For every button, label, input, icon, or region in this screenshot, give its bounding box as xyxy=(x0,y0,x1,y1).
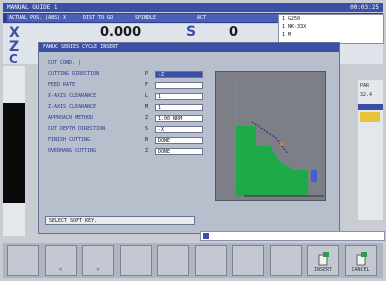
title-bar: MANUAL GUIDE i 00:03:25 xyxy=(3,3,383,12)
soft-key-label: > xyxy=(96,267,100,273)
param-code: Z xyxy=(145,115,149,121)
status-segment: DIST TO GO xyxy=(81,14,133,22)
param-input[interactable]: 1.00 NRM xyxy=(155,114,203,122)
modal-info-box: 1 G250 1 NK-33X 1 M xyxy=(278,14,384,44)
param-label: Z-AXIS CLEARANCE xyxy=(48,104,97,110)
param-label: CUT COND. | xyxy=(48,60,82,66)
insert-icon xyxy=(318,252,330,266)
soft-key-7[interactable] xyxy=(232,245,264,276)
left-dark-area xyxy=(3,103,25,203)
param-input[interactable] xyxy=(155,81,203,89)
param-label: APPROACH METHOD xyxy=(48,115,94,121)
tool-path-sketch xyxy=(215,71,326,201)
soft-key-label: CANCEL xyxy=(351,267,370,273)
soft-key-5[interactable] xyxy=(157,245,189,276)
param-input[interactable]: DONE xyxy=(155,147,203,155)
modal-info-line: 1 NK-33X xyxy=(282,24,307,30)
message-line: SELECT SOFT KEY. xyxy=(45,216,195,225)
spindle-label: S xyxy=(186,24,197,40)
x-position-value: 0.000 xyxy=(100,25,142,40)
right-panel: PAR 32.4 xyxy=(358,80,383,220)
soft-key-3[interactable]: > xyxy=(82,245,114,276)
soft-key-label: < xyxy=(58,267,62,273)
param-input[interactable]: -Z xyxy=(155,70,203,78)
tool-icon xyxy=(311,170,317,182)
title-text: MANUAL GUIDE i xyxy=(7,4,58,11)
start-point-marker xyxy=(280,142,284,146)
cancel-icon xyxy=(356,252,368,266)
param-label: FEED RATE xyxy=(48,82,76,88)
input-cursor xyxy=(203,233,209,239)
modal-info-line: 1 M xyxy=(282,32,292,38)
param-label: CUTTING DIRECTION xyxy=(48,71,100,77)
axis-c-label: C xyxy=(9,52,18,66)
param-code: P xyxy=(145,71,149,77)
soft-key-4[interactable] xyxy=(119,245,152,276)
param-code: S xyxy=(145,126,149,132)
soft-key-1[interactable] xyxy=(7,245,39,276)
sketch-svg xyxy=(216,72,325,200)
soft-key-2[interactable]: < xyxy=(44,245,77,276)
cycle-dialog: FANUC SERIES CYCLE INSERT CUT COND. | CUT… xyxy=(38,42,340,234)
clock: 00:03:25 xyxy=(350,4,379,11)
right-panel-indicator xyxy=(360,112,380,122)
param-label: X-AXIS CLEARANCE xyxy=(48,93,97,99)
right-panel-tag: PAR xyxy=(360,83,370,89)
soft-key-10[interactable]: CANCEL xyxy=(344,245,377,276)
param-label: OVERHANG CUTTING xyxy=(48,148,97,154)
param-code: M xyxy=(145,104,149,110)
dialog-title: FANUC SERIES CYCLE INSERT xyxy=(39,43,339,52)
input-line[interactable] xyxy=(200,231,385,241)
soft-key-9[interactable]: INSERT xyxy=(307,245,339,276)
param-input[interactable]: 1 xyxy=(155,103,203,111)
param-code: F xyxy=(145,82,149,88)
param-code: Z xyxy=(145,148,149,154)
param-code: B xyxy=(145,137,149,143)
spindle-value: 0 xyxy=(229,25,239,40)
status-segment: ACTUAL POS. (ABS) X xyxy=(7,14,81,22)
status-segment: ACT xyxy=(195,14,281,22)
soft-key-label: INSERT xyxy=(313,267,333,273)
param-label: CUT DEPTH DIRECTION xyxy=(48,126,106,132)
modal-info-line: 1 G250 xyxy=(282,16,301,22)
soft-key-6[interactable] xyxy=(194,245,227,276)
param-input[interactable]: -X xyxy=(155,125,203,133)
soft-key-8[interactable] xyxy=(269,245,302,276)
status-segment: SPINDLE xyxy=(133,14,195,22)
param-label: FINISH CUTTING xyxy=(48,137,91,143)
soft-key-bar: < > INSERT CANCEL xyxy=(3,243,383,278)
right-panel-band xyxy=(358,104,383,110)
param-code: L xyxy=(145,93,149,99)
param-input[interactable]: 1 xyxy=(155,92,203,100)
param-input[interactable]: DONE xyxy=(155,136,203,144)
right-panel-tag: 32.4 xyxy=(360,92,373,98)
cnc-screen: MANUAL GUIDE i 00:03:25 ACTUAL POS. (ABS… xyxy=(0,0,386,281)
